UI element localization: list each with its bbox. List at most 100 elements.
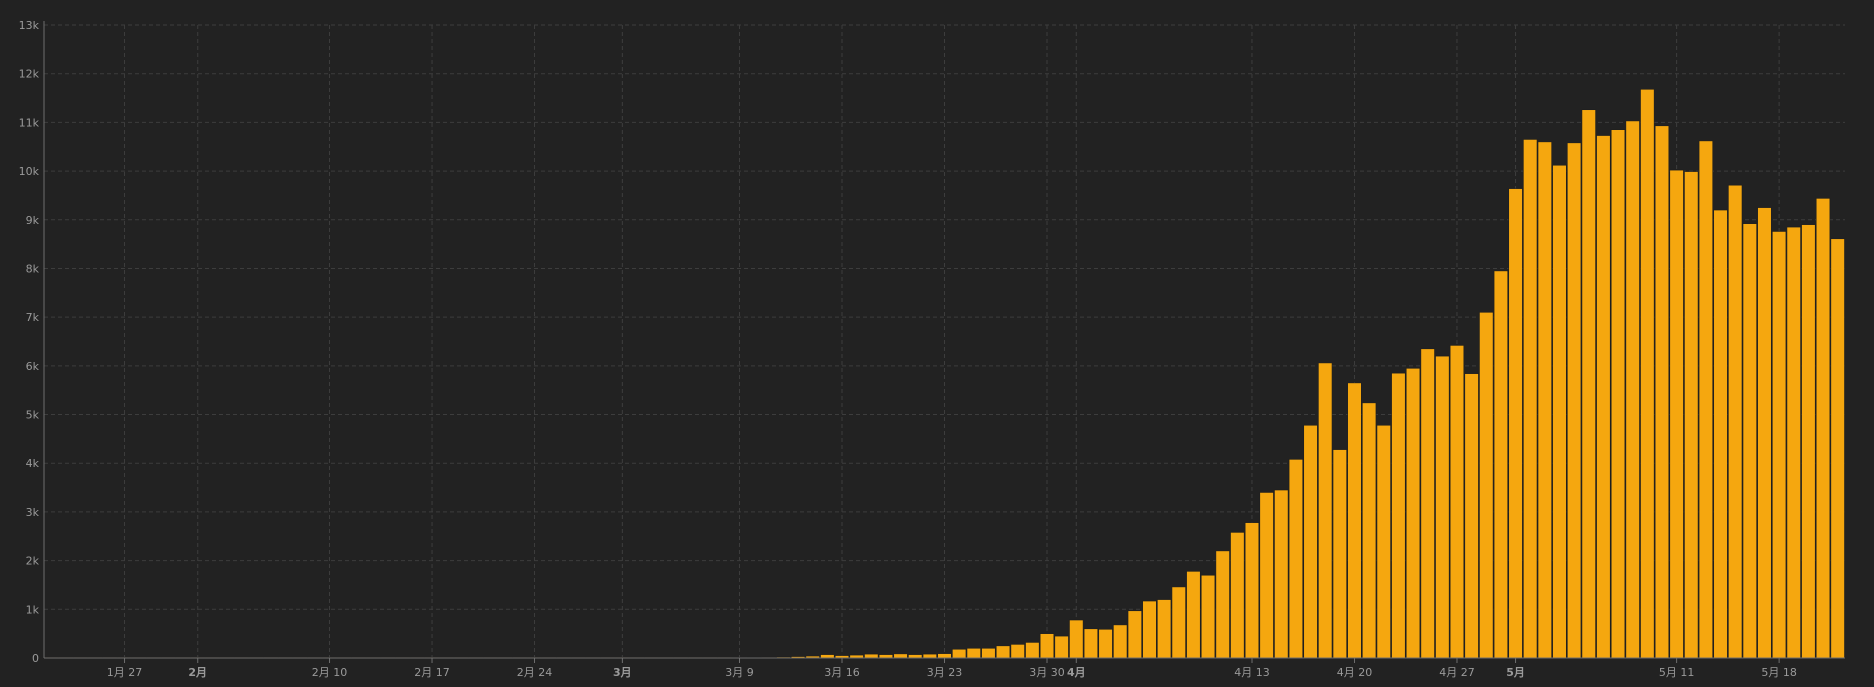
bar	[1259, 492, 1274, 659]
x-tick-label: 4月 27	[1439, 666, 1475, 679]
bar	[1200, 574, 1216, 659]
bar	[878, 654, 894, 659]
bar	[1391, 372, 1406, 659]
bar	[1610, 129, 1626, 659]
x-tick-label: 4月	[1067, 666, 1086, 679]
bar	[1566, 142, 1582, 659]
bar	[864, 653, 879, 659]
y-tick-label: 9k	[26, 214, 40, 227]
bar	[1815, 198, 1831, 659]
bar	[1098, 628, 1113, 659]
y-tick-labels: 0 1k 2k 3k 4k 5k 6k 7k 8k 9k 10k 11k 12k 13k	[19, 19, 40, 665]
x-tick-label: 3月 23	[927, 666, 963, 679]
x-tick-label: 1月 27	[107, 666, 143, 679]
bar	[937, 653, 952, 659]
y-tick-label: 12k	[19, 68, 40, 81]
bar	[1742, 223, 1757, 659]
bar	[1523, 139, 1538, 659]
bar	[1303, 424, 1318, 659]
bar	[1039, 633, 1055, 659]
y-tick-label: 5k	[26, 409, 40, 422]
bar	[1215, 550, 1230, 659]
bar	[1435, 355, 1450, 659]
x-tick-labels: 1月 27 2月 2月 10 2月 17 2月 24 3月 3月 9 3月 16 3月 23 3月…	[107, 666, 1797, 679]
bar	[1479, 311, 1494, 659]
bar	[820, 654, 835, 659]
bar	[1786, 226, 1801, 659]
bar	[1347, 382, 1362, 659]
bar	[1464, 373, 1479, 659]
x-tick-label: 5月	[1506, 666, 1525, 679]
bar	[1171, 586, 1186, 659]
x-tick-label: 3月 16	[824, 666, 860, 679]
bar	[1596, 135, 1611, 659]
bar	[1771, 231, 1787, 659]
bar	[1274, 489, 1289, 659]
bar	[1127, 610, 1142, 659]
chart-container: 0 1k 2k 3k 4k 5k 6k 7k 8k 9k 10k 11k 12k 13k 1月 27 2月 2…	[0, 0, 1874, 687]
bar	[1493, 270, 1509, 659]
y-tick-label: 2k	[26, 555, 40, 568]
bar	[1420, 348, 1435, 659]
bar	[1830, 238, 1845, 659]
bar	[1288, 459, 1304, 659]
x-tick-label: 2月 17	[414, 666, 450, 679]
bar	[1362, 402, 1377, 659]
bar	[1654, 125, 1670, 659]
bar	[922, 653, 937, 659]
y-tick-label: 8k	[26, 262, 40, 275]
x-tick-label: 4月 13	[1234, 666, 1270, 679]
y-tick-label: 7k	[26, 311, 40, 324]
y-tick-label: 13k	[19, 19, 40, 32]
bar	[893, 653, 908, 659]
bar	[966, 647, 981, 659]
bar	[952, 648, 967, 659]
bar	[995, 645, 1011, 659]
x-tick-label: 2月 24	[517, 666, 553, 679]
bar	[1157, 599, 1172, 659]
bar	[1186, 571, 1201, 659]
x-tick-label: 4月 20	[1337, 666, 1373, 679]
y-tick-label: 6k	[26, 360, 40, 373]
bar	[1054, 635, 1069, 659]
bar-chart: 0 1k 2k 3k 4k 5k 6k 7k 8k 9k 10k 11k 12k 13k 1月 27 2月 2…	[19, 19, 1845, 679]
bar	[1640, 88, 1655, 659]
bar	[1684, 171, 1699, 659]
bar	[1113, 624, 1128, 659]
bar	[1537, 141, 1552, 659]
bar	[1376, 424, 1391, 659]
bar	[1625, 120, 1640, 659]
bar	[1405, 367, 1421, 659]
bar	[1318, 362, 1333, 659]
bar	[1230, 532, 1245, 659]
x-tick-label: 2月 10	[312, 666, 348, 679]
bar	[1698, 140, 1714, 659]
bar	[1713, 209, 1728, 659]
bar	[1757, 207, 1772, 659]
y-tick-label: 4k	[26, 457, 40, 470]
x-tick-label: 3月	[613, 666, 632, 679]
bar	[1581, 109, 1596, 659]
bar	[1449, 345, 1465, 659]
y-tick-label: 3k	[26, 506, 40, 519]
bar	[1669, 169, 1684, 659]
x-tick-label: 3月 9	[725, 666, 754, 679]
bar	[908, 654, 923, 659]
x-tick-label: 2月	[188, 666, 207, 679]
bar	[1069, 619, 1084, 659]
bar	[1508, 188, 1523, 659]
bar	[1332, 449, 1347, 659]
y-tick-label: 0	[32, 652, 39, 665]
bar	[1552, 164, 1567, 659]
bar	[1244, 522, 1260, 659]
bar	[1025, 642, 1040, 659]
bar	[1801, 224, 1816, 659]
y-tick-label: 1k	[26, 603, 40, 616]
x-tick-label: 5月 11	[1659, 666, 1695, 679]
bar	[1010, 644, 1025, 659]
bar	[1083, 628, 1099, 659]
bar	[1728, 184, 1743, 659]
bar	[981, 647, 996, 659]
y-tick-label: 10k	[19, 165, 40, 178]
y-tick-label: 11k	[19, 116, 40, 129]
